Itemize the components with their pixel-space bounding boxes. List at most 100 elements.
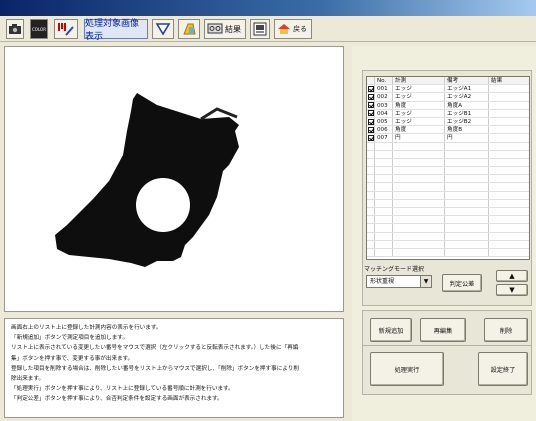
- table-row[interactable]: 007 円円: [367, 134, 529, 143]
- row-result: [489, 110, 529, 117]
- description-line: 「処理実行」ボタンを押す事により、リスト上に登録している番号順に計測を行います。: [11, 386, 234, 393]
- matching-mode-label: マッチングモード選択: [364, 266, 425, 273]
- row-checkbox[interactable]: [367, 93, 374, 100]
- table-row[interactable]: 005 エッジ エッジB2: [367, 117, 529, 127]
- image-icon: [253, 22, 267, 36]
- image-canvas[interactable]: [4, 46, 344, 312]
- delete-button[interactable]: 削除: [484, 318, 528, 342]
- row-measure: 円: [393, 134, 445, 142]
- folder-button[interactable]: [178, 19, 200, 39]
- row-no: 007: [375, 134, 393, 142]
- row-no: 004: [375, 109, 393, 117]
- row-measure: 角度: [393, 126, 445, 134]
- row-measure: 角度: [393, 101, 445, 109]
- home-icon: [278, 24, 290, 34]
- color-button[interactable]: COLOR: [30, 19, 48, 39]
- arrow-up-icon: ▲: [509, 272, 515, 280]
- row-measure: エッジ: [393, 109, 445, 117]
- table-row-empty: [367, 248, 529, 258]
- camera-button[interactable]: [6, 19, 24, 39]
- judge-tolerance-button[interactable]: 判定公差: [442, 274, 482, 292]
- move-down-button[interactable]: ▼: [496, 284, 528, 296]
- table-row[interactable]: 002 エッジ エッジA2: [367, 93, 529, 102]
- table-row-empty: [367, 167, 529, 176]
- shape-button[interactable]: [152, 19, 174, 39]
- row-result: [489, 85, 529, 92]
- table-row-empty: [367, 158, 529, 168]
- measurement-table[interactable]: No. 計測 備考 結果 001 エッジ エッジA1 002 エッジ エッジA2 003…: [366, 76, 530, 260]
- description-line: 除出来ます。: [11, 376, 45, 383]
- matching-mode-select[interactable]: 形状重視 ▼: [366, 275, 432, 288]
- table-row-empty: [367, 142, 529, 151]
- row-no: 003: [375, 101, 393, 109]
- row-no: 006: [375, 126, 393, 134]
- row-name: 角度A: [445, 101, 489, 109]
- chevron-down-icon[interactable]: ▼: [420, 276, 431, 287]
- execute-button[interactable]: 処理実行: [370, 352, 444, 386]
- table-row-empty: [367, 175, 529, 184]
- monitor-icon: [207, 23, 223, 34]
- row-name: エッジA1: [445, 85, 489, 93]
- table-row-empty: [367, 216, 529, 225]
- description-line: リスト上に表示されている変更したい番号をマウスで選択（左クリックすると反転表示さ…: [11, 345, 299, 352]
- header-measure: 計測: [393, 77, 445, 85]
- table-row[interactable]: 001 エッジ エッジA1: [367, 85, 529, 94]
- finish-settings-button[interactable]: 設定終了: [478, 352, 528, 386]
- row-name: エッジA2: [445, 93, 489, 101]
- row-name: 円: [445, 134, 489, 142]
- back-label: 戻る: [293, 25, 307, 33]
- row-name: エッジB1: [445, 109, 489, 117]
- description-line: 登録した項目を削除する場合は、削除したい番号をリスト上からマウスで選択し、「削除…: [11, 365, 299, 372]
- move-up-button[interactable]: ▲: [496, 270, 528, 282]
- row-checkbox[interactable]: [367, 126, 374, 133]
- table-header: No. 計測 備考 結果: [367, 77, 529, 86]
- description-line: 画面右上のリスト上に登録した計測内容の表示を行います。: [11, 325, 162, 331]
- matching-mode-value: 形状重視: [370, 278, 395, 285]
- row-checkbox[interactable]: [367, 110, 374, 117]
- row-no: 002: [375, 93, 393, 101]
- table-row-empty: [367, 208, 529, 217]
- arrow-down-icon: ▼: [509, 286, 515, 294]
- image-button[interactable]: [250, 19, 270, 39]
- row-no: 001: [375, 85, 393, 93]
- header-check: [367, 77, 375, 85]
- table-row-empty: [367, 191, 529, 200]
- table-row-empty: [367, 199, 529, 208]
- row-result: [489, 118, 529, 125]
- table-row-empty: [367, 240, 529, 249]
- insert-tool-image: [55, 93, 239, 267]
- table-row[interactable]: 004 エッジ エッジB1: [367, 109, 529, 118]
- row-checkbox[interactable]: [367, 102, 374, 109]
- result-button[interactable]: 結果: [204, 19, 246, 39]
- row-name: 角度B: [445, 126, 489, 134]
- header-result: 結果: [491, 78, 503, 84]
- table-row[interactable]: 003 角度 角度A: [367, 101, 529, 110]
- description-panel: 画面右上のリスト上に登録した計測内容の表示を行います。 「新規追加」ボタンで測定…: [4, 318, 344, 418]
- row-no: 005: [375, 117, 393, 126]
- table-row-empty: [367, 150, 529, 159]
- camera-icon: [9, 24, 21, 34]
- row-measure: エッジ: [393, 85, 445, 93]
- toolbar: COLOR 処理対象画像表示 結果 戻る: [0, 16, 536, 42]
- target-image-button[interactable]: 処理対象画像表示: [84, 19, 148, 42]
- row-result: [489, 126, 529, 133]
- row-name: エッジB2: [445, 117, 489, 126]
- color-icon: COLOR: [32, 26, 46, 32]
- row-result: [489, 102, 529, 109]
- folder-icon: [183, 23, 196, 35]
- measure-icon: [58, 23, 74, 36]
- row-checkbox[interactable]: [367, 118, 374, 125]
- header-no: No.: [375, 77, 393, 85]
- row-checkbox[interactable]: [367, 85, 374, 92]
- row-measure: エッジ: [393, 117, 445, 126]
- row-checkbox[interactable]: [367, 134, 374, 141]
- re-edit-button[interactable]: 再編集: [420, 318, 466, 342]
- table-row[interactable]: 006 角度 角度B: [367, 126, 529, 135]
- description-line: 「新規追加」ボタンで測定項目を追加します。: [11, 335, 128, 342]
- add-new-button[interactable]: 新規追加: [370, 318, 412, 342]
- result-label: 結果: [225, 24, 241, 34]
- row-result: [489, 134, 529, 141]
- back-button[interactable]: 戻る: [274, 19, 312, 39]
- measure-button[interactable]: [54, 19, 78, 39]
- shape-icon: [155, 23, 171, 36]
